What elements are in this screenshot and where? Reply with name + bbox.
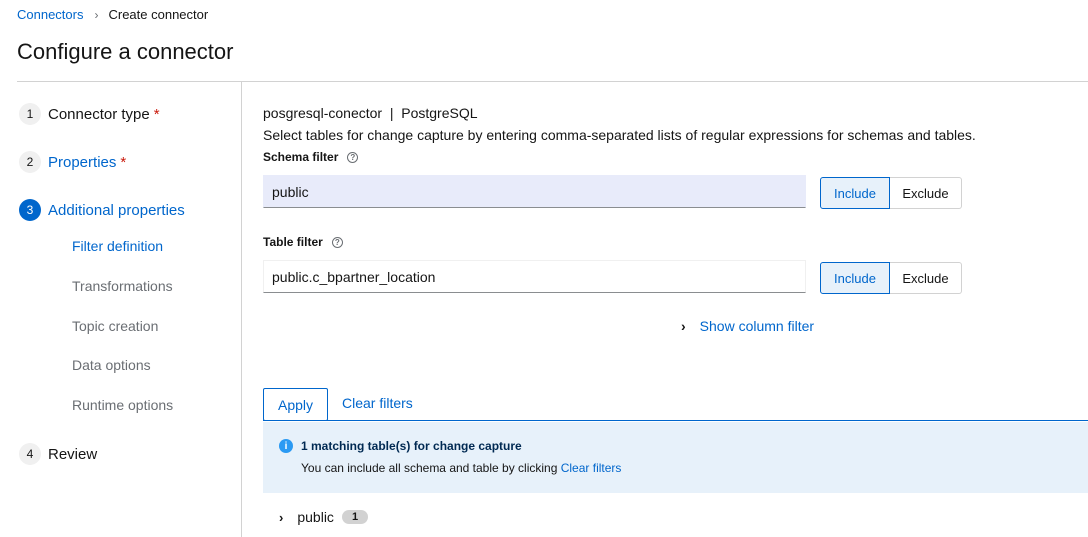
table-filter-toggle: Include Exclude bbox=[820, 262, 962, 294]
help-icon[interactable]: ? bbox=[347, 151, 359, 163]
schema-filter-label: Schema filter ? bbox=[263, 150, 359, 164]
step-number: 1 bbox=[19, 103, 41, 125]
table-filter-input[interactable] bbox=[263, 260, 806, 293]
help-icon[interactable]: ? bbox=[331, 236, 343, 248]
chevron-right-icon: › bbox=[94, 7, 99, 22]
step-label: Additional properties bbox=[48, 201, 185, 219]
schema-filter-label-text: Schema filter bbox=[263, 150, 339, 164]
schema-exclude-button[interactable]: Exclude bbox=[890, 177, 962, 209]
table-filter-label-text: Table filter bbox=[263, 235, 323, 249]
required-marker: * bbox=[120, 153, 127, 171]
step-number: 2 bbox=[19, 151, 41, 173]
show-column-filter-label: Show column filter bbox=[699, 318, 815, 334]
info-alert: i 1 matching table(s) for change capture… bbox=[263, 422, 1088, 493]
schema-filter-input[interactable] bbox=[263, 175, 806, 208]
step-label: Properties bbox=[48, 153, 117, 171]
schema-name: public bbox=[297, 509, 334, 525]
wizard-step-properties[interactable]: 2 Properties * bbox=[19, 151, 126, 173]
wizard-step-additional-properties[interactable]: 3 Additional properties bbox=[19, 199, 185, 221]
required-marker: * bbox=[153, 105, 160, 123]
alert-title: 1 matching table(s) for change capture bbox=[301, 439, 522, 453]
page-title: Configure a connector bbox=[17, 39, 234, 64]
clear-filters-button[interactable]: Clear filters bbox=[342, 395, 413, 411]
wizard-substep-topic-creation[interactable]: Topic creation bbox=[72, 318, 158, 334]
alert-body: You can include all schema and table by … bbox=[301, 461, 621, 475]
breadcrumb-current: Create connector bbox=[108, 7, 209, 22]
wizard-substep-filter-definition[interactable]: Filter definition bbox=[72, 238, 163, 254]
alert-clear-filters-link[interactable]: Clear filters bbox=[561, 461, 622, 475]
schema-include-button[interactable]: Include bbox=[820, 177, 890, 209]
show-column-filter-toggle[interactable]: › Show column filter bbox=[681, 318, 814, 334]
connector-name: posgresql-conector | PostgreSQL bbox=[263, 105, 478, 121]
wizard-step-review[interactable]: 4 Review bbox=[19, 443, 97, 465]
chevron-right-icon: › bbox=[681, 318, 686, 334]
breadcrumb-connectors-link[interactable]: Connectors bbox=[17, 7, 83, 22]
schema-tree-row[interactable]: › public 1 bbox=[279, 509, 369, 525]
schema-filter-toggle: Include Exclude bbox=[820, 177, 962, 209]
wizard-substep-runtime-options[interactable]: Runtime options bbox=[72, 397, 173, 413]
table-include-button[interactable]: Include bbox=[820, 262, 890, 294]
filter-actions: Apply Clear filters bbox=[263, 388, 1088, 421]
step-label: Review bbox=[48, 445, 98, 463]
table-exclude-button[interactable]: Exclude bbox=[890, 262, 962, 294]
table-count-badge: 1 bbox=[341, 510, 369, 524]
wizard-substep-transformations[interactable]: Transformations bbox=[72, 278, 173, 294]
chevron-right-icon: › bbox=[279, 509, 284, 525]
wizard-substep-data-options[interactable]: Data options bbox=[72, 357, 151, 373]
step-label: Connector type bbox=[48, 105, 150, 123]
table-filter-label: Table filter ? bbox=[263, 235, 343, 249]
wizard-nav: 1 Connector type * 2 Properties * 3 Addi… bbox=[0, 82, 242, 537]
info-icon: i bbox=[279, 439, 293, 453]
wizard-step-connector-type[interactable]: 1 Connector type * bbox=[19, 103, 160, 125]
alert-body-text: You can include all schema and table by … bbox=[301, 461, 561, 475]
step-number: 3 bbox=[19, 199, 41, 221]
connector-description: Select tables for change capture by ente… bbox=[263, 127, 976, 143]
breadcrumb: Connectors › Create connector bbox=[17, 7, 208, 22]
apply-button[interactable]: Apply bbox=[263, 388, 328, 421]
step-number: 4 bbox=[19, 443, 41, 465]
